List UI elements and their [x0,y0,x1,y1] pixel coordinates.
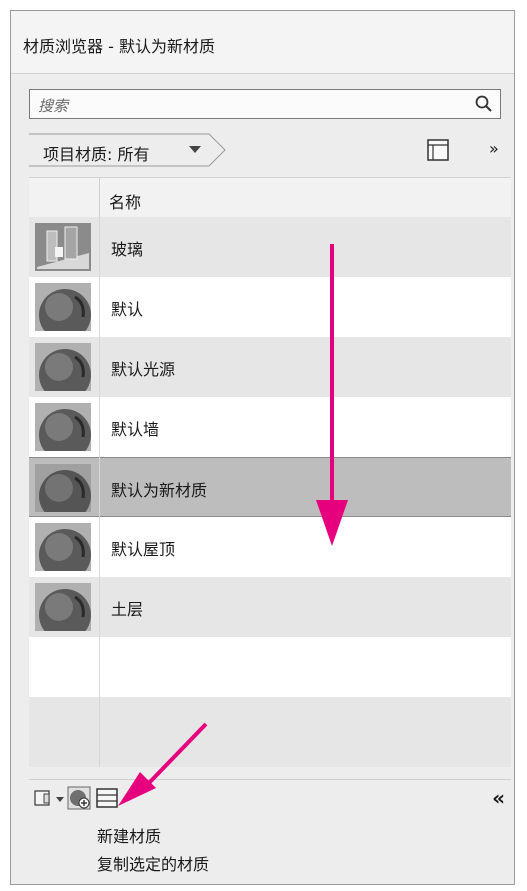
material-name: 默认光源 [111,360,176,379]
material-name: 玻璃 [111,240,144,259]
material-list: 玻璃 默认 默认光源 默认墙 默认为新材质 默认屋顶 土层 [29,217,511,767]
filter-bar: 项目材质: 所有 » [29,133,511,169]
list-item[interactable]: 土层 [29,577,511,637]
sphere-thumbnail-icon [35,464,91,512]
sphere-thumbnail-icon [35,283,91,331]
sphere-thumbnail-icon [35,343,91,391]
title-bar: 材质浏览器 - 默认为新材质 [11,11,514,74]
material-name: 默认 [111,300,144,319]
window-title: 材质浏览器 - 默认为新材质 [23,37,215,56]
breadcrumb-project-materials[interactable]: 项目材质: 所有 [29,133,229,167]
material-name: 默认墙 [111,420,160,439]
sphere-thumbnail-icon [35,583,91,631]
search-input[interactable]: 搜索 [29,89,501,119]
menu-item-new-material[interactable]: 新建材质 [97,823,161,847]
library-icon[interactable] [33,786,57,810]
new-material-icon[interactable] [67,786,91,810]
material-browser-window: 材质浏览器 - 默认为新材质 搜索 项目材质: 所有 » 名称 玻璃 默认 默认… [10,10,515,885]
sphere-thumbnail-icon [35,523,91,571]
context-menu: 新建材质 复制选定的材质 [89,823,309,883]
search-icon[interactable] [474,94,494,114]
collapse-panel-button[interactable]: « [492,786,505,810]
material-editor-icon[interactable] [95,786,119,810]
empty-row [29,697,511,767]
search-placeholder: 搜索 [38,97,69,115]
breadcrumb-label: 项目材质: 所有 [43,145,150,164]
sphere-thumbnail-icon [35,403,91,451]
material-name: 默认为新材质 [111,481,208,500]
material-name: 默认屋顶 [111,540,176,559]
dropdown-arrow-icon[interactable] [55,786,65,810]
bottom-toolbar: « [29,779,511,816]
list-header: 名称 [29,177,511,219]
list-item[interactable]: 默认 [29,277,511,337]
layout-view-icon[interactable] [427,139,449,161]
menu-item-duplicate-material[interactable]: 复制选定的材质 [97,851,209,875]
column-divider [99,217,100,767]
list-item-selected[interactable]: 默认为新材质 [29,457,511,517]
list-item[interactable]: 玻璃 [29,217,511,277]
column-divider [99,178,100,218]
column-header-name[interactable]: 名称 [109,189,141,213]
list-item[interactable]: 默认光源 [29,337,511,397]
list-item[interactable]: 默认屋顶 [29,517,511,577]
material-name: 土层 [111,600,144,619]
dropdown-arrow-icon[interactable] [189,146,201,154]
more-options-button[interactable]: » [489,139,499,158]
glass-thumbnail-icon [35,223,91,271]
list-item[interactable]: 默认墙 [29,397,511,457]
